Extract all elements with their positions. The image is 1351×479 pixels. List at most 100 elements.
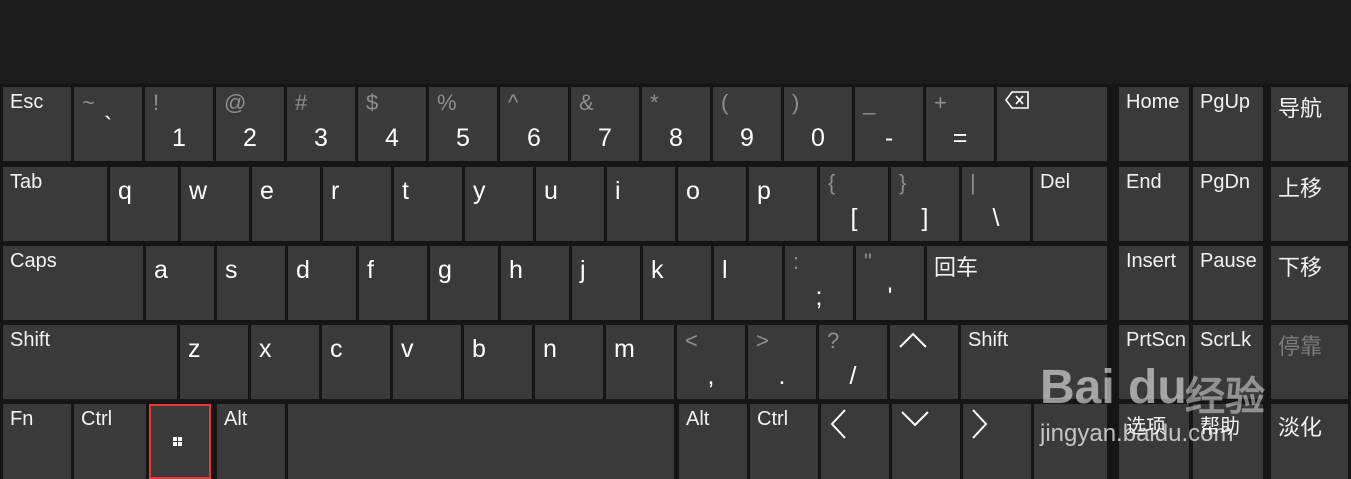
key-main-label: 1 [172,124,186,152]
key-arrow-right[interactable] [963,404,1031,479]
key-backspace[interactable] [997,87,1107,161]
key-i[interactable]: i [607,167,675,241]
key-end[interactable]: End [1119,167,1189,241]
arrow-down-icon [900,410,930,433]
key-6[interactable]: ^ 6 [500,87,568,161]
key-2[interactable]: @ 2 [216,87,284,161]
key-d[interactable]: d [288,246,356,320]
key-insert[interactable]: Insert [1119,246,1189,320]
key-4[interactable]: $ 4 [358,87,426,161]
key-arrow-down[interactable] [892,404,960,479]
key-7[interactable]: & 7 [571,87,639,161]
key-period[interactable]: > . [748,325,816,399]
key-8[interactable]: * 8 [642,87,710,161]
key-caps[interactable]: Caps [3,246,143,320]
key-right-ctrl[interactable]: Ctrl [750,404,818,479]
key-esc[interactable]: Esc [3,87,71,161]
key-label: Caps [10,250,57,272]
key-del[interactable]: Del [1033,167,1107,241]
key-h[interactable]: h [501,246,569,320]
key-help[interactable]: 帮助 [1193,404,1263,479]
key-pgdn[interactable]: PgDn [1193,167,1263,241]
key-x[interactable]: x [251,325,319,399]
key-pause[interactable]: Pause [1193,246,1263,320]
key-pgup[interactable]: PgUp [1193,87,1263,161]
key-fn[interactable]: Fn [3,404,71,479]
key-main-label: = [952,124,968,152]
key-home[interactable]: Home [1119,87,1189,161]
key-y[interactable]: y [465,167,533,241]
key-right-alt[interactable]: Alt [679,404,747,479]
key-f[interactable]: f [359,246,427,320]
key-letter: r [331,177,340,205]
key-backslash[interactable]: | \ [962,167,1030,241]
key-label: Ctrl [757,408,789,430]
key-e[interactable]: e [252,167,320,241]
key-main-label: 7 [598,124,612,152]
key-left-shift[interactable]: Shift [3,325,177,399]
key-move-up[interactable]: 上移 [1271,167,1348,241]
key-fade[interactable]: 淡化 [1271,404,1348,479]
key-space[interactable] [288,404,674,479]
key-scrlk[interactable]: ScrLk [1193,325,1263,399]
key-arrow-left[interactable] [821,404,889,479]
key-9[interactable]: ( 9 [713,87,781,161]
key-3[interactable]: # 3 [287,87,355,161]
key-m[interactable]: m [606,325,674,399]
keyboard-title-bar [0,0,1351,84]
key-c[interactable]: c [322,325,390,399]
key-right-bracket[interactable]: } ] [891,167,959,241]
key-letter: b [472,335,486,363]
key-shift-label: " [864,249,872,274]
key-left-ctrl[interactable]: Ctrl [74,404,146,479]
key-tab[interactable]: Tab [3,167,107,241]
key-move-down[interactable]: 下移 [1271,246,1348,320]
key-b[interactable]: b [464,325,532,399]
key-s[interactable]: s [217,246,285,320]
key-minus[interactable]: _ - [855,87,923,161]
key-0[interactable]: ) 0 [784,87,852,161]
key-left-alt[interactable]: Alt [217,404,285,479]
key-t[interactable]: t [394,167,462,241]
key-letter: h [509,256,523,284]
key-left-bracket[interactable]: { [ [820,167,888,241]
key-prtscn[interactable]: PrtScn [1119,325,1189,399]
key-dock[interactable]: 停靠 [1271,325,1348,399]
key-blank[interactable] [1034,404,1107,479]
key-o[interactable]: o [678,167,746,241]
key-a[interactable]: a [146,246,214,320]
key-options[interactable]: 选项 [1119,404,1189,479]
key-enter[interactable]: 回车 [927,246,1107,320]
key-shift-label: < [685,328,698,353]
arrow-left-icon [829,408,847,445]
key-shift-label: ( [721,90,729,115]
key-arrow-up[interactable] [890,325,958,399]
key-windows[interactable] [149,404,211,479]
key-g[interactable]: g [430,246,498,320]
key-l[interactable]: l [714,246,782,320]
key-comma[interactable]: < , [677,325,745,399]
key-k[interactable]: k [643,246,711,320]
key-letter: w [189,177,208,205]
key-z[interactable]: z [180,325,248,399]
key-r[interactable]: r [323,167,391,241]
key-n[interactable]: n [535,325,603,399]
key-backtick[interactable]: ~ ` [74,87,142,161]
key-equals[interactable]: + = [926,87,994,161]
key-right-shift[interactable]: Shift [961,325,1107,399]
key-u[interactable]: u [536,167,604,241]
key-5[interactable]: % 5 [429,87,497,161]
key-v[interactable]: v [393,325,461,399]
key-label: Shift [10,329,51,351]
key-nav[interactable]: 导航 [1271,87,1348,161]
key-semicolon[interactable]: : ; [785,246,853,320]
key-slash[interactable]: ? / [819,325,887,399]
key-j[interactable]: j [572,246,640,320]
key-p[interactable]: p [749,167,817,241]
key-main-label: \ [992,204,1000,232]
key-main-label: 0 [811,124,825,152]
key-q[interactable]: q [110,167,178,241]
key-1[interactable]: ! 1 [145,87,213,161]
key-quote[interactable]: " ' [856,246,924,320]
key-w[interactable]: w [181,167,249,241]
